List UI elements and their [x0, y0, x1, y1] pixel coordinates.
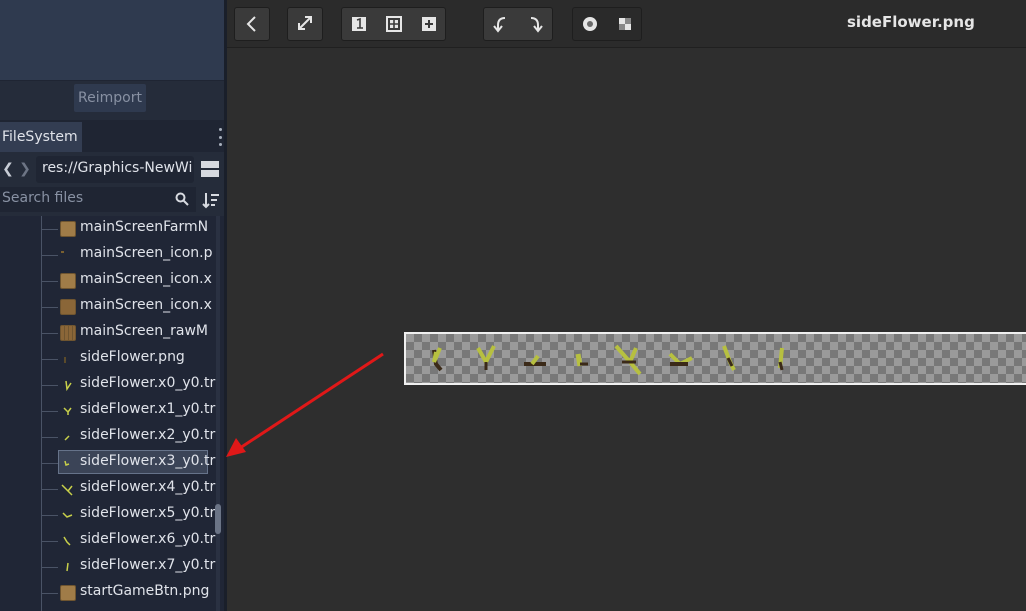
path-input[interactable]: res://Graphics-NewWi: [36, 156, 194, 183]
path-bar: ❮ ❯ res://Graphics-NewWi: [0, 153, 224, 185]
back-arrow-icon[interactable]: ❮: [0, 158, 16, 180]
zoom-fit-icon: [298, 16, 312, 30]
list-item-label: sideFlower.x1_y0.tr: [80, 401, 216, 417]
search-bar: Search files: [0, 187, 224, 215]
list-item[interactable]: mainScreen_icon.x: [0, 268, 212, 294]
zoom-region-icon[interactable]: [377, 8, 411, 40]
tab-menu-icon[interactable]: [217, 128, 223, 146]
display-button-group: [572, 7, 642, 41]
annotation-arrow-icon: [226, 352, 384, 457]
zoom-fit-button[interactable]: [287, 7, 323, 41]
split-view-icon[interactable]: [201, 161, 219, 177]
list-item-label: sideFlower.x5_y0.tr: [80, 505, 216, 521]
checker-icon[interactable]: [608, 8, 642, 40]
undo-icon[interactable]: [484, 8, 518, 40]
list-item-label: mainScreen_icon.p: [80, 245, 213, 261]
texture-viewport[interactable]: [227, 48, 1026, 611]
list-item[interactable]: sideFlower.x7_y0.tr: [0, 554, 216, 580]
resource-file-icon: [60, 299, 76, 315]
list-item-label: mainScreen_icon.x: [80, 271, 212, 287]
list-item[interactable]: mainScreen_icon.p: [0, 242, 212, 268]
flower-sprite: [432, 347, 443, 372]
back-button[interactable]: [234, 7, 270, 41]
redo-icon[interactable]: [519, 8, 553, 40]
reimport-bar: Reimport: [0, 80, 224, 115]
list-item-selected[interactable]: sideFlower.x3_y0.tr: [0, 450, 216, 476]
flower-sprite: [722, 345, 736, 371]
sort-icon[interactable]: [202, 191, 220, 209]
list-item-label: mainScreen_icon.x: [80, 297, 212, 313]
search-input[interactable]: Search files: [0, 187, 196, 212]
list-item-label: sideFlower.x2_y0.tr: [80, 427, 216, 443]
import-panel: [0, 0, 224, 80]
zoom-plus-icon[interactable]: [412, 8, 446, 40]
list-item[interactable]: mainScreen_rawM: [0, 320, 212, 346]
image-file-icon: [60, 221, 76, 237]
list-item-label: startGameBtn.png: [80, 583, 210, 599]
list-item[interactable]: sideFlower.x0_y0.tr: [0, 372, 216, 398]
list-item-label: sideFlower.x3_y0.tr: [80, 453, 216, 469]
flower-sprite: [524, 354, 546, 366]
texture-file-icon: [62, 512, 73, 518]
history-button-group: [483, 7, 553, 41]
list-item[interactable]: sideFlower.x1_y0.tr: [0, 398, 216, 424]
flower-sprite: [778, 347, 784, 371]
zoom-button-group: [341, 7, 446, 41]
show-region-icon[interactable]: [573, 8, 607, 40]
left-dock: Reimport FileSystem ❮ ❯ res://Graphics-N…: [0, 0, 226, 611]
texture-file-icon: [64, 435, 70, 441]
resource-file-icon: [60, 273, 76, 289]
search-icon: [175, 192, 189, 206]
texture-file-icon: [66, 562, 69, 572]
flower-sprite: [614, 344, 642, 376]
image-file-icon: [60, 247, 76, 263]
texture-file-icon: [61, 484, 73, 496]
list-item[interactable]: mainScreenFarmN: [0, 216, 212, 242]
list-item[interactable]: sideFlower.png: [0, 346, 212, 372]
region-editor-toolbar: sideFlower.png: [227, 0, 1026, 48]
reimport-button[interactable]: Reimport: [74, 84, 146, 112]
list-item-label: mainScreen_rawM: [80, 323, 208, 339]
list-item[interactable]: sideFlower.x2_y0.tr: [0, 424, 216, 450]
list-item-label: sideFlower.x0_y0.tr: [80, 375, 216, 391]
flower-sprite: [575, 353, 588, 367]
forward-arrow-icon[interactable]: ❯: [17, 158, 33, 180]
scrollbar-thumb[interactable]: [215, 504, 221, 534]
sprite-sheet-preview[interactable]: [404, 332, 1026, 385]
list-item-label: sideFlower.x6_y0.tr: [80, 531, 216, 547]
list-item[interactable]: startGameBtn.png: [0, 580, 212, 606]
back-icon: [246, 16, 256, 32]
list-item[interactable]: mainScreen_icon.x: [0, 294, 212, 320]
resource-file-icon: [60, 585, 76, 601]
texture-file-icon: [63, 536, 71, 546]
zoom-1-icon[interactable]: [342, 8, 376, 40]
list-item[interactable]: sideFlower.x4_y0.tr: [0, 476, 216, 502]
image-file-icon: [60, 351, 76, 367]
resource-file-icon: [60, 325, 76, 341]
list-item[interactable]: sideFlower.x6_y0.tr: [0, 528, 216, 554]
list-item-label: sideFlower.png: [80, 349, 185, 365]
file-tree: mainScreenFarmN mainScreen_icon.p mainSc…: [0, 216, 224, 611]
flower-sprite: [476, 345, 496, 370]
flower-sprite: [668, 352, 693, 367]
file-name-title: sideFlower.png: [847, 13, 975, 31]
filesystem-tab-bar: FileSystem: [0, 120, 224, 152]
list-item-label: sideFlower.x7_y0.tr: [80, 557, 216, 573]
texture-file-icon: [64, 460, 70, 466]
list-item-label: mainScreenFarmN: [80, 219, 209, 235]
texture-file-icon: [63, 407, 72, 415]
list-item[interactable]: sideFlower.x5_y0.tr: [0, 502, 216, 528]
texture-file-icon: [65, 380, 72, 392]
tab-filesystem[interactable]: FileSystem: [0, 122, 82, 152]
list-item-label: sideFlower.x4_y0.tr: [80, 479, 216, 495]
scrollbar-track[interactable]: [216, 216, 220, 611]
